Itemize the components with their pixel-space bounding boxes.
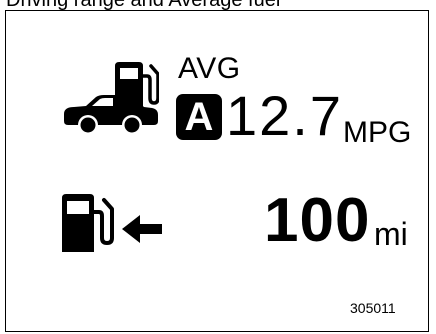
fuel-economy-unit: MPG xyxy=(343,116,412,149)
driving-range-unit: mi xyxy=(374,216,408,252)
cut-off-heading-text: Driving range and Average fuel xyxy=(6,0,281,11)
fuel-pump-icon xyxy=(62,194,114,252)
fuel-pump-icon xyxy=(115,62,159,110)
mode-badge: A xyxy=(176,94,222,140)
driving-range-value: 100 xyxy=(264,186,371,255)
avg-label: AVG xyxy=(178,52,241,85)
figure-code: 305011 xyxy=(350,300,396,316)
arrow-left-icon xyxy=(122,215,162,243)
fuel-economy-value: 12.7 xyxy=(226,84,343,147)
